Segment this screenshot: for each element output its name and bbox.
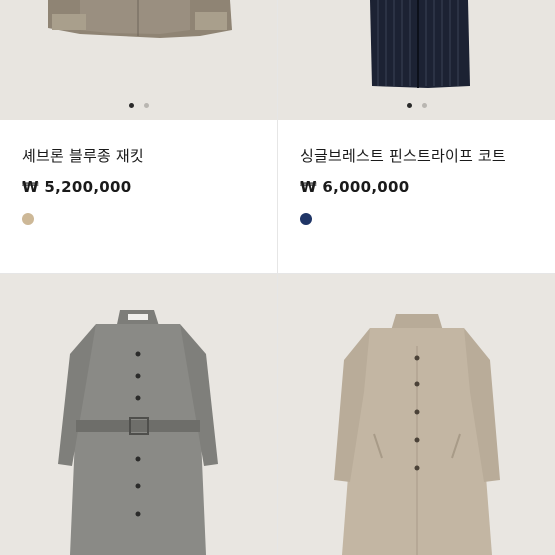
carousel-dot[interactable] xyxy=(128,103,134,108)
product-card[interactable]: 셰브론 블루종 재킷 ₩ 5,200,000 xyxy=(0,0,277,273)
carousel-dot[interactable] xyxy=(143,103,149,108)
product-title[interactable]: 싱글브레스트 핀스트라이프 코트 xyxy=(300,145,506,166)
grid-divider-vertical xyxy=(277,0,278,555)
grid-divider-horizontal xyxy=(0,273,555,274)
coat-image xyxy=(278,0,555,120)
product-image-coat[interactable] xyxy=(278,0,555,120)
jacket-image xyxy=(0,0,277,120)
color-swatch[interactable] xyxy=(300,213,312,225)
carousel-dots xyxy=(0,103,277,108)
beige-long-coat-image xyxy=(278,274,555,555)
color-swatch[interactable] xyxy=(22,213,34,225)
product-title[interactable]: 셰브론 블루종 재킷 xyxy=(22,145,144,166)
carousel-dots xyxy=(278,103,555,108)
gray-belted-coat-image xyxy=(0,274,277,555)
product-card[interactable] xyxy=(278,274,555,555)
carousel-dot[interactable] xyxy=(406,103,412,108)
product-card[interactable]: 싱글브레스트 핀스트라이프 코트 ₩ 6,000,000 xyxy=(278,0,555,273)
product-image-gray-coat[interactable] xyxy=(0,274,277,555)
product-image-jacket[interactable] xyxy=(0,0,277,120)
product-grid: 셰브론 블루종 재킷 ₩ 5,200,000 싱글브레스트 핀스트라이프 코트 … xyxy=(0,0,555,555)
product-card[interactable] xyxy=(0,274,277,555)
product-image-beige-coat[interactable] xyxy=(278,274,555,555)
product-price: ₩ 6,000,000 xyxy=(300,178,410,196)
carousel-dot[interactable] xyxy=(421,103,427,108)
product-price: ₩ 5,200,000 xyxy=(22,178,132,196)
